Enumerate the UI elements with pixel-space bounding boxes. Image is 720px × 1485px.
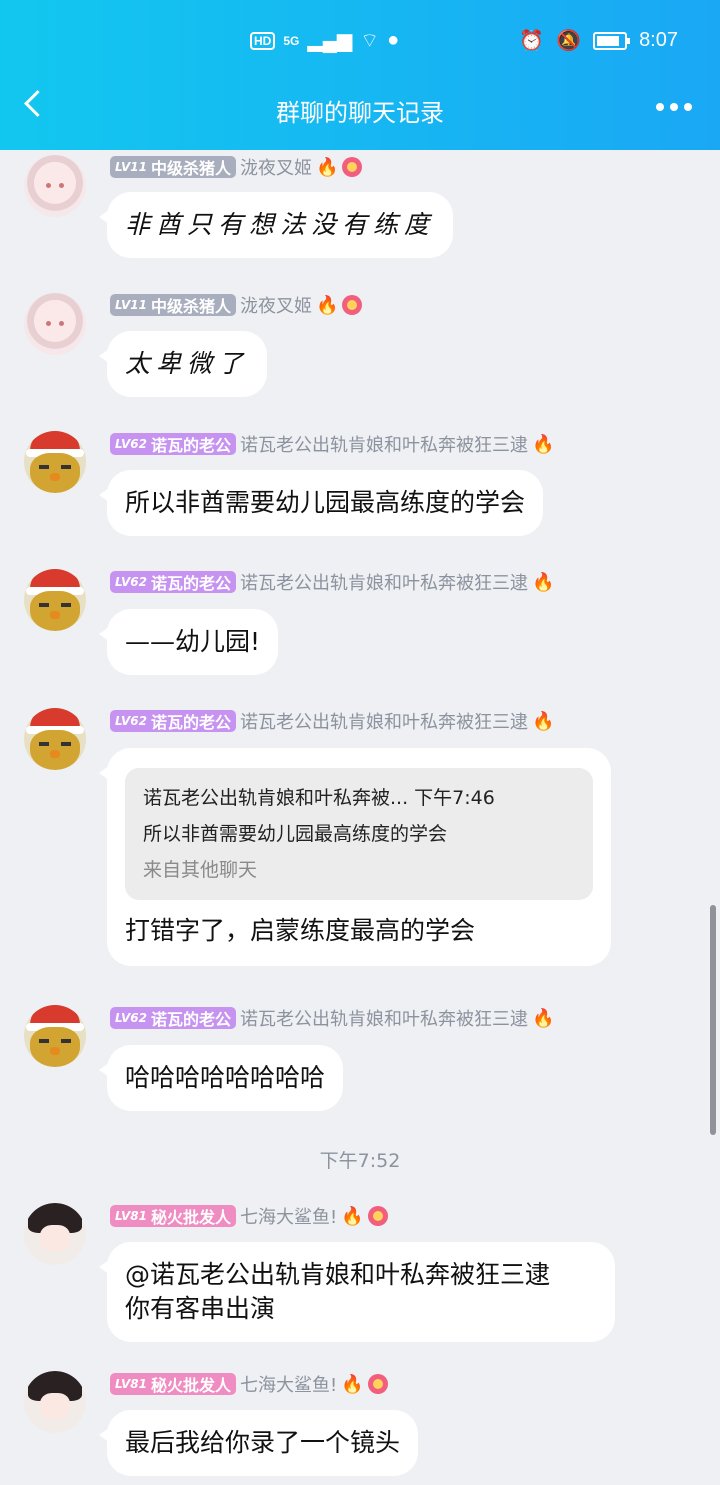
fire-icon: 🔥 [341,1205,364,1227]
fire-icon: 🔥 [532,710,555,732]
message-bubble[interactable]: 哈哈哈哈哈哈哈哈 [98,1045,344,1111]
sender-info: LV62 诺瓦的老公 诺瓦老公出轨肯娘和叶私奔被狂三逮 🔥 [110,431,554,457]
flower-badge-icon [367,1374,388,1394]
avatar[interactable] [24,431,86,493]
flower-badge-icon [342,295,363,315]
5g-signal-icon: 5G [283,33,300,48]
sender-nickname[interactable]: 泷夜叉姬 [240,292,312,318]
fire-icon: 🔥 [532,1007,555,1029]
sender-nickname[interactable]: 七海大鲨鱼! [240,1203,337,1229]
message-bubble[interactable]: ——幼儿园! [98,609,279,675]
message-bubble[interactable]: 最后我给你录了一个镜头 [98,1410,419,1476]
message-bubble[interactable]: 所以非酋需要幼儿园最高练度的学会 [98,470,544,536]
sender-nickname[interactable]: 诺瓦老公出轨肯娘和叶私奔被狂三逮 [240,708,528,734]
sender-info: LV62 诺瓦的老公 诺瓦老公出轨肯娘和叶私奔被狂三逮 🔥 [110,569,554,595]
sender-nickname[interactable]: 诺瓦老公出轨肯娘和叶私奔被狂三逮 [240,431,528,457]
sender-info: LV11 中级杀猪人 泷夜叉姬 🔥 [110,292,363,318]
sender-info: LV81 秘火批发人 七海大鲨鱼! 🔥 [110,1203,388,1229]
fire-icon: 🔥 [532,433,555,455]
fire-icon: 🔥 [532,571,555,593]
message-bubble[interactable]: 诺瓦老公出轨肯娘和叶私奔被... 下午7:46 所以非酋需要幼儿园最高练度的学会… [99,748,611,966]
level-badge: LV62 诺瓦的老公 [110,571,236,593]
signal-bars-icon: ▂▄▆ [307,30,353,52]
avatar[interactable] [24,708,86,770]
level-badge: LV11 中级杀猪人 [110,156,236,178]
level-badge: LV62 诺瓦的老公 [110,1007,236,1029]
level-badge: LV81 秘火批发人 [110,1373,236,1395]
quote-header: 诺瓦老公出轨肯娘和叶私奔被... 下午7:46 [143,787,495,809]
wechat-icon: ● [387,29,400,51]
page-title: 群聊的聊天记录 [276,99,444,127]
title-bar: HD 5G ▂▄▆ ⌔ ● ⏰ 🔕 8:07 群聊的聊天记录 [0,0,720,150]
time-separator: 下午7:52 [319,1150,401,1172]
level-badge: LV81 秘火批发人 [110,1205,236,1227]
sender-nickname[interactable]: 诺瓦老公出轨肯娘和叶私奔被狂三逮 [240,569,528,595]
message-text: 打错字了，启蒙练度最高的学会 [125,916,476,945]
sender-nickname[interactable]: 诺瓦老公出轨肯娘和叶私奔被狂三逮 [240,1005,528,1031]
level-badge: LV62 诺瓦的老公 [110,433,236,455]
flower-badge-icon [367,1206,388,1226]
avatar[interactable] [24,569,86,631]
fire-icon: 🔥 [316,156,339,178]
sender-info: LV11 中级杀猪人 泷夜叉姬 🔥 [110,154,363,180]
message-bubble[interactable]: @诺瓦老公出轨肯娘和叶私奔被狂三逮 你有客串出演 [99,1242,615,1342]
battery-icon [593,31,631,50]
quoted-message[interactable]: 诺瓦老公出轨肯娘和叶私奔被... 下午7:46 所以非酋需要幼儿园最高练度的学会… [125,768,593,900]
avatar[interactable] [24,1005,86,1067]
clock-time: 8:07 [639,29,678,51]
wifi-icon: ⌔ [360,30,380,52]
mention-text[interactable]: @诺瓦老公出轨肯娘和叶私奔被狂三逮 [125,1258,597,1292]
sender-nickname[interactable]: 七海大鲨鱼! [240,1371,337,1397]
alarm-icon: ⏰ [519,30,545,52]
mute-icon: 🔕 [556,30,582,52]
status-bar-left: HD 5G ▂▄▆ ⌔ ● [250,28,399,53]
scrollbar[interactable] [710,905,716,1135]
sender-info: LV81 秘火批发人 七海大鲨鱼! 🔥 [110,1371,388,1397]
sender-info: LV62 诺瓦的老公 诺瓦老公出轨肯娘和叶私奔被狂三逮 🔥 [110,1005,554,1031]
avatar[interactable] [24,293,86,355]
status-bar-right: ⏰ 🔕 8:07 [519,28,678,53]
flower-badge-icon [342,157,363,177]
quote-text: 所以非酋需要幼儿园最高练度的学会 [143,823,448,845]
avatar[interactable] [24,1371,86,1433]
quote-source: 来自其他聊天 [143,859,258,881]
sender-info: LV62 诺瓦的老公 诺瓦老公出轨肯娘和叶私奔被狂三逮 🔥 [110,708,554,734]
fire-icon: 🔥 [341,1373,364,1395]
level-badge: LV62 诺瓦的老公 [110,710,236,732]
message-text: 你有客串出演 [125,1294,276,1323]
more-options-icon[interactable] [656,103,692,111]
avatar[interactable] [24,1203,86,1265]
message-bubble[interactable]: 非酋只有想法没有练度 [98,192,454,258]
message-bubble[interactable]: 太卑微了 [98,331,268,397]
avatar[interactable] [24,155,86,217]
fire-icon: 🔥 [316,294,339,316]
level-badge: LV11 中级杀猪人 [110,294,236,316]
sender-nickname[interactable]: 泷夜叉姬 [240,154,312,180]
hd-icon: HD [250,31,276,50]
